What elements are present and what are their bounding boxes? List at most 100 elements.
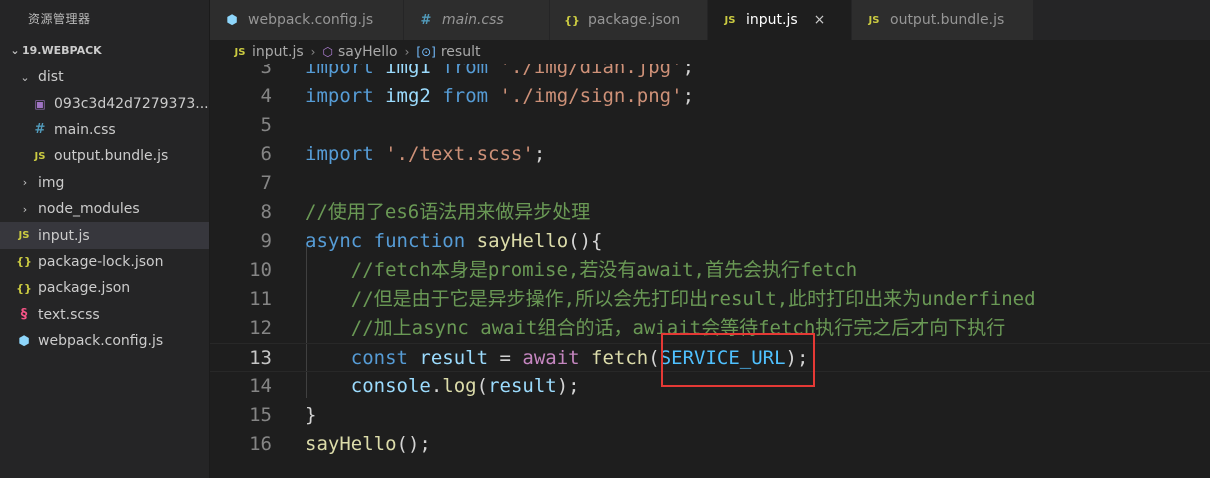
tree-folder-node-modules[interactable]: › node_modules (0, 196, 209, 222)
line-number: 8 (260, 201, 272, 223)
tree-item-label: main.css (54, 121, 116, 138)
workspace-section-header[interactable]: ⌄ 19.WEBPACK (0, 38, 209, 64)
tab-input-js[interactable]: JS input.js × (708, 0, 852, 40)
image-file-icon: ▣ (34, 96, 46, 111)
line-number: 4 (260, 85, 272, 107)
code-line[interactable]: 8 //使用了es6语法用来做异步处理 (210, 198, 1210, 227)
breadcrumb: JS input.js › ⬡ sayHello › [⊙] result (210, 40, 1210, 64)
line-code: import img2 from './img/sign.png'; (305, 85, 695, 107)
breadcrumb-variable[interactable]: result (441, 44, 481, 60)
css-icon: # (420, 12, 432, 28)
cube-icon: ⬡ (322, 45, 333, 59)
css-file-icon: # (34, 122, 46, 138)
code-line[interactable]: 12 //加上async await组合的话，awiait会等待fetch执行完… (210, 314, 1210, 343)
tree-file-package-json[interactable]: {} package.json (0, 275, 209, 301)
code-editor[interactable]: 3 import img1 from './img/dian.jpg'; 4 impo… (210, 64, 1210, 478)
tree-file-package-lock[interactable]: {} package-lock.json (0, 249, 209, 275)
code-line[interactable]: 16 sayHello(); (210, 430, 1210, 459)
code-line[interactable]: 7 (210, 169, 1210, 198)
code-line[interactable]: 4 import img2 from './img/sign.png'; (210, 82, 1210, 111)
line-code: //fetch本身是promise,若没有await,首先会执行fetch (350, 259, 858, 281)
tree-folder-img[interactable]: › img (0, 170, 209, 196)
webpack-icon: ⬢ (226, 12, 238, 28)
tab-webpack-config[interactable]: ⬢ webpack.config.js (210, 0, 404, 40)
code-line[interactable]: 14 console.log(result); (210, 372, 1210, 401)
js-file-icon: JS (34, 150, 46, 162)
code-line[interactable]: 6 import './text.scss'; (210, 140, 1210, 169)
line-code: } (305, 404, 317, 426)
line-code: //加上async await组合的话，awiait会等待fetch执行完之后才… (350, 317, 1006, 339)
line-number: 7 (260, 172, 272, 194)
json-icon: {} (564, 13, 580, 27)
line-code: console.log(result); (350, 375, 580, 397)
line-number: 9 (260, 230, 272, 252)
tree-item-label: output.bundle.js (54, 148, 169, 165)
code-line[interactable]: 13 const result = await fetch(SERVICE_UR… (210, 343, 1210, 372)
line-number: 10 (249, 259, 272, 281)
tree-file-image[interactable]: ▣ 093c3d42d7279373... (0, 90, 209, 116)
tab-label: input.js (746, 12, 798, 28)
tab-package-json[interactable]: {} package.json (550, 0, 708, 40)
chevron-right-icon: › (22, 202, 28, 216)
tree-item-label: package-lock.json (38, 253, 164, 270)
line-code: //使用了es6语法用来做异步处理 (305, 201, 591, 223)
line-code: import './text.scss'; (305, 143, 546, 165)
tree-item-label: webpack.config.js (38, 333, 164, 350)
line-code: import img1 from './img/dian.jpg'; (305, 64, 695, 78)
line-code: async function sayHello(){ (305, 230, 603, 252)
tab-output-bundle[interactable]: JS output.bundle.js (852, 0, 1034, 40)
breadcrumb-function[interactable]: sayHello (338, 44, 398, 60)
tab-label: output.bundle.js (890, 12, 1005, 28)
tree-file-text-scss[interactable]: § text.scss (0, 302, 209, 328)
tree-item-label: img (38, 174, 65, 191)
js-icon: JS (234, 46, 246, 58)
chevron-down-icon: ⌄ (20, 70, 30, 84)
chevron-right-icon: › (404, 45, 410, 59)
line-number: 5 (260, 114, 272, 136)
tree-folder-dist[interactable]: ⌄ dist (0, 64, 209, 90)
line-number: 6 (260, 143, 272, 165)
line-number: 14 (249, 375, 272, 397)
tree-item-label: dist (38, 69, 64, 86)
tree-file-main-css[interactable]: # main.css (0, 117, 209, 143)
code-line[interactable]: 3 import img1 from './img/dian.jpg'; (210, 64, 1210, 82)
line-number: 13 (249, 347, 272, 369)
tree-item-label: 093c3d42d7279373... (54, 95, 209, 112)
breadcrumb-file[interactable]: input.js (252, 44, 304, 60)
line-code: //但是由于它是异步操作,所以会先打印出result,此时打印出来为underf… (350, 288, 1036, 310)
tab-main-css[interactable]: # main.css (404, 0, 550, 40)
explorer-sidebar: 资源管理器 ⌄ 19.WEBPACK ⌄ dist ▣ 093c3d42d727… (0, 0, 210, 478)
chevron-down-icon: ⌄ (10, 44, 20, 57)
tree-item-label: text.scss (38, 306, 100, 323)
code-line[interactable]: 5 (210, 111, 1210, 140)
code-line[interactable]: 15} (210, 401, 1210, 430)
line-number: 12 (249, 317, 272, 339)
scss-file-icon: § (20, 307, 28, 323)
line-number: 3 (260, 64, 272, 78)
variable-icon: [⊙] (416, 45, 436, 59)
code-line[interactable]: 11 //但是由于它是异步操作,所以会先打印出result,此时打印出来为und… (210, 285, 1210, 314)
line-number: 16 (249, 433, 272, 455)
tree-file-output-bundle[interactable]: JS output.bundle.js (0, 143, 209, 169)
json-file-icon: {} (16, 281, 32, 295)
chevron-right-icon: › (22, 176, 28, 190)
workspace-name: 19.WEBPACK (22, 44, 102, 57)
line-number: 11 (249, 288, 272, 310)
editor-tab-bar: ⬢ webpack.config.js # main.css {} packag… (210, 0, 1210, 40)
code-line[interactable]: 10 //fetch本身是promise,若没有await,首先会执行fetch (210, 256, 1210, 285)
line-code: sayHello(); (305, 433, 431, 455)
json-file-icon: {} (16, 255, 32, 269)
tree-item-label: node_modules (38, 201, 140, 218)
tree-item-label: input.js (38, 227, 90, 244)
close-icon[interactable]: × (814, 12, 826, 28)
line-number: 15 (249, 404, 272, 426)
code-line[interactable]: 9 async function sayHello(){ (210, 227, 1210, 256)
tab-label: main.css (442, 12, 504, 28)
js-icon: JS (868, 14, 880, 26)
tree-file-input-js[interactable]: JS input.js (0, 222, 209, 249)
tree-file-webpack-config[interactable]: ⬢ webpack.config.js (0, 328, 209, 354)
webpack-file-icon: ⬢ (18, 333, 30, 349)
tab-label: webpack.config.js (248, 12, 374, 28)
tab-label: package.json (588, 12, 681, 28)
js-file-icon: JS (18, 230, 30, 242)
